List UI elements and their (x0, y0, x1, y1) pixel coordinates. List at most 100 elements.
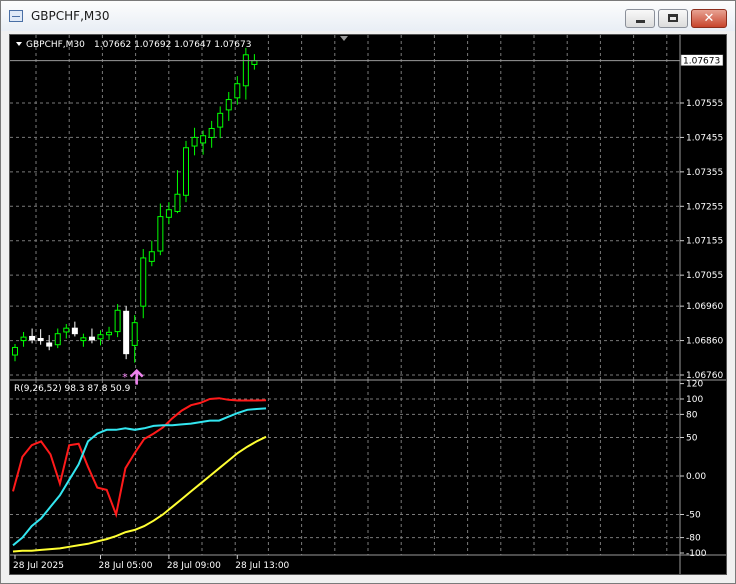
candle (114, 304, 121, 338)
indicator-lines (12, 397, 267, 553)
indicator-series-line (12, 407, 267, 547)
signals: * (122, 368, 144, 385)
ohlc-readout: 1.07662 1.07692 1.07647 1.07673 (94, 40, 251, 50)
candle-body (234, 83, 241, 99)
chart-grid (10, 35, 680, 555)
candle-body (225, 99, 232, 111)
indicator-tick-label: 100 (686, 395, 703, 405)
candle (46, 335, 53, 351)
price-tick-label: 1.07355 (686, 168, 723, 178)
price-axis: 1.07555 1.07455 1.07355 1.07255 1.07155 1.070… (680, 99, 723, 381)
candle-body (12, 346, 18, 356)
candle-body (20, 336, 27, 342)
candle (191, 127, 198, 156)
indicator-tick-label: -100 (686, 549, 707, 559)
candle-body (208, 127, 215, 138)
time-axis: 28 Jul 2025 28 Jul 05:00 28 Jul 09:00 28 Ju… (13, 555, 290, 571)
minimize-icon (636, 20, 645, 23)
candle-body (174, 193, 181, 212)
indicator-tick-label: -80 (686, 534, 701, 544)
candle-body (251, 60, 258, 65)
time-tick-label: 28 Jul 09:00 (167, 561, 221, 571)
chart-shift-marker[interactable] (340, 36, 348, 41)
candle-body (80, 337, 87, 342)
minimize-button[interactable] (625, 9, 655, 28)
candle (106, 326, 113, 340)
indicator-axis: 120 100 80 50 0.00 -50 -80 -100 (680, 380, 707, 559)
candles (12, 47, 258, 363)
time-tick-label: 28 Jul 13:00 (235, 561, 289, 571)
candle-body (157, 216, 164, 252)
signal-star-icon: * (122, 371, 128, 384)
candle (208, 120, 215, 148)
current-price-label: 1.07673 (683, 57, 720, 67)
indicator-tick-label: 80 (686, 410, 698, 420)
candle-body (106, 331, 113, 336)
indicator-tick-label: 0.00 (686, 472, 706, 482)
price-tick-label: 1.06860 (686, 337, 723, 347)
candle (123, 306, 130, 360)
close-icon: ✕ (703, 11, 715, 26)
candle (20, 331, 27, 347)
price-tick-label: 1.07255 (686, 202, 723, 212)
candle-body (131, 322, 138, 346)
price-tick-label: 1.07555 (686, 99, 723, 109)
candle (12, 344, 18, 362)
candle (37, 329, 44, 345)
candle (242, 47, 249, 100)
price-tick-label: 1.07155 (686, 237, 723, 247)
candle (54, 328, 61, 349)
time-tick-label: 28 Jul 05:00 (99, 561, 153, 571)
candle-body (183, 147, 189, 196)
close-button[interactable]: ✕ (691, 9, 727, 28)
candle (183, 140, 189, 203)
chart-area[interactable]: GBPCHF,M30 1.07662 1.07692 1.07647 1.076… (9, 34, 727, 575)
buy-arrow-icon (129, 368, 144, 385)
candle-body (97, 334, 104, 340)
candle (80, 333, 87, 347)
candle (234, 76, 241, 105)
candle (29, 328, 36, 344)
price-tick-label: 1.06960 (686, 302, 723, 312)
app-window: GBPCHF,M30 ✕ GBPCHF,M30 1.07662 1.07692 … (0, 0, 736, 584)
indicator-header: R(9,26,52) 98.3 87.8 50.9 (14, 384, 131, 394)
indicator-series-line (12, 397, 267, 519)
candle-body (200, 135, 207, 144)
candle-body (140, 257, 147, 307)
candle (174, 170, 181, 214)
maximize-button[interactable] (658, 9, 688, 28)
candle-body (88, 336, 95, 341)
candle-body (54, 333, 61, 346)
candle (63, 324, 70, 339)
chart-window-icon (9, 10, 23, 22)
price-chart[interactable]: GBPCHF,M30 1.07662 1.07692 1.07647 1.076… (10, 35, 726, 574)
symbol-header: GBPCHF,M30 (26, 40, 85, 50)
indicator-tick-label: -50 (686, 511, 701, 521)
candle-body (71, 327, 78, 335)
candle (165, 202, 172, 225)
time-tick-label: 28 Jul 2025 (13, 561, 64, 571)
candle (140, 248, 147, 319)
title-bar[interactable]: GBPCHF,M30 ✕ (1, 1, 735, 31)
window-title: GBPCHF,M30 (31, 9, 110, 23)
candle-body (63, 327, 70, 333)
candle (251, 54, 258, 70)
candle-body (242, 54, 249, 87)
candle (157, 203, 164, 256)
candle (88, 328, 95, 344)
candle-body (123, 310, 130, 355)
candle-body (37, 338, 44, 342)
price-tick-label: 1.07055 (686, 271, 723, 281)
indicator-tick-label: 50 (686, 434, 698, 444)
candle-body (148, 251, 155, 262)
candle (131, 315, 138, 363)
candle-body (29, 335, 36, 341)
candle (225, 91, 232, 121)
candle (71, 321, 78, 337)
candle (148, 240, 155, 267)
candle-body (165, 209, 172, 218)
indicator-tick-label: 120 (686, 380, 703, 390)
candle-body (46, 342, 53, 347)
candle-body (217, 112, 224, 128)
symbol-menu-icon[interactable] (16, 42, 22, 46)
